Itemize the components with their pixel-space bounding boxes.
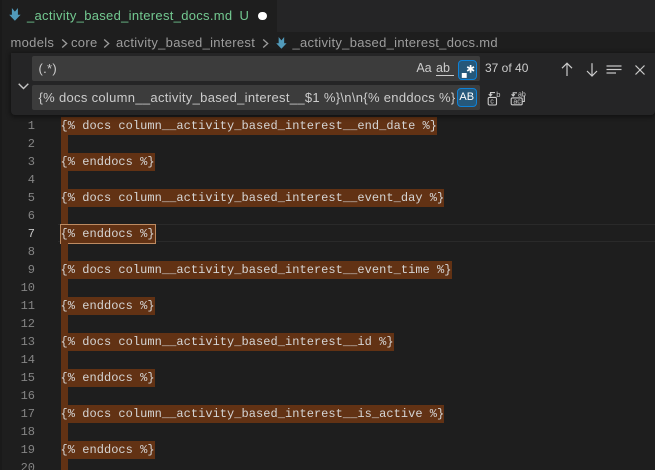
svg-text:ac: ac: [513, 98, 521, 105]
svg-text:b: b: [496, 91, 500, 99]
svg-text:ab: ab: [518, 91, 526, 98]
svg-text:c: c: [490, 98, 494, 105]
